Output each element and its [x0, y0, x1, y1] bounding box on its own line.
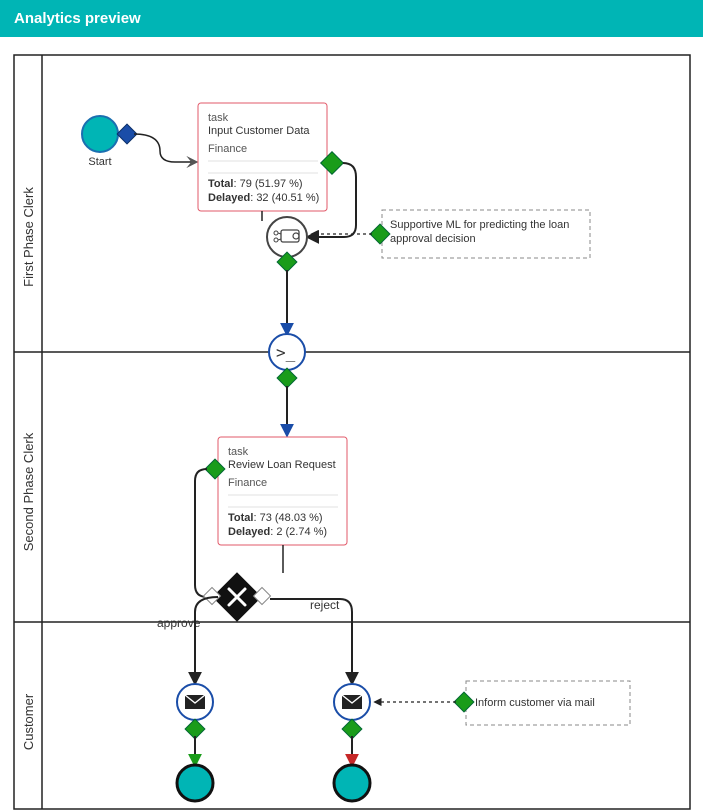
gateway-diamond-icon — [454, 692, 474, 712]
task1-total: Total: 79 (51.97 %) — [208, 178, 303, 190]
flow-xor-approve — [195, 597, 218, 683]
gateway-diamond-icon — [185, 719, 205, 739]
task1-delayed: Delayed: 32 (40.51 %) — [208, 192, 319, 204]
robot-event — [267, 217, 307, 257]
annotation-ml: Supportive ML for predicting the loan ap… — [382, 210, 590, 258]
lane-label-1: First Phase Clerk — [21, 187, 36, 287]
gateway-diamond-icon — [277, 368, 297, 388]
terminal-icon: >_ — [276, 343, 296, 362]
token-diamond-icon — [117, 124, 137, 144]
flow-start-to-task1 — [134, 134, 196, 162]
task2-type: task — [228, 446, 249, 458]
task1-title: Input Customer Data — [208, 125, 310, 137]
lane-label-2: Second Phase Clerk — [21, 432, 36, 551]
flow-task2-left-to-xor — [195, 469, 215, 597]
annotation-inform: Inform customer via mail — [466, 681, 630, 725]
start-event-label: Start — [88, 156, 111, 168]
task2-title: Review Loan Request — [228, 459, 336, 471]
end-event-approve — [177, 765, 213, 801]
gateway-diamond-icon — [342, 719, 362, 739]
task1-type: task — [208, 112, 229, 124]
task2-category: Finance — [228, 477, 267, 489]
task-review-loan-request: task Review Loan Request Finance Total: … — [218, 437, 347, 545]
task2-delayed: Delayed: 2 (2.74 %) — [228, 526, 327, 538]
task-input-customer-data: task Input Customer Data Finance Total: … — [198, 103, 327, 211]
task2-total: Total: 73 (48.03 %) — [228, 512, 323, 524]
svg-text:Supportive ML for predicting t: Supportive ML for predicting the loan — [390, 219, 569, 231]
end-event-reject — [334, 765, 370, 801]
task1-category: Finance — [208, 143, 247, 155]
mail-event-approve — [177, 684, 213, 720]
lane-label-3: Customer — [21, 693, 36, 750]
page-header-title: Analytics preview — [0, 0, 703, 37]
svg-text:Inform customer via mail: Inform customer via mail — [475, 697, 595, 709]
start-event — [82, 116, 118, 152]
bpmn-diagram: First Phase Clerk Second Phase Clerk Cus… — [0, 37, 703, 810]
gateway-diamond-icon — [370, 224, 390, 244]
branch-reject-label: reject — [310, 598, 340, 612]
svg-text:approval decision: approval decision — [390, 233, 476, 245]
script-event: >_ — [269, 334, 305, 370]
mail-event-reject — [334, 684, 370, 720]
